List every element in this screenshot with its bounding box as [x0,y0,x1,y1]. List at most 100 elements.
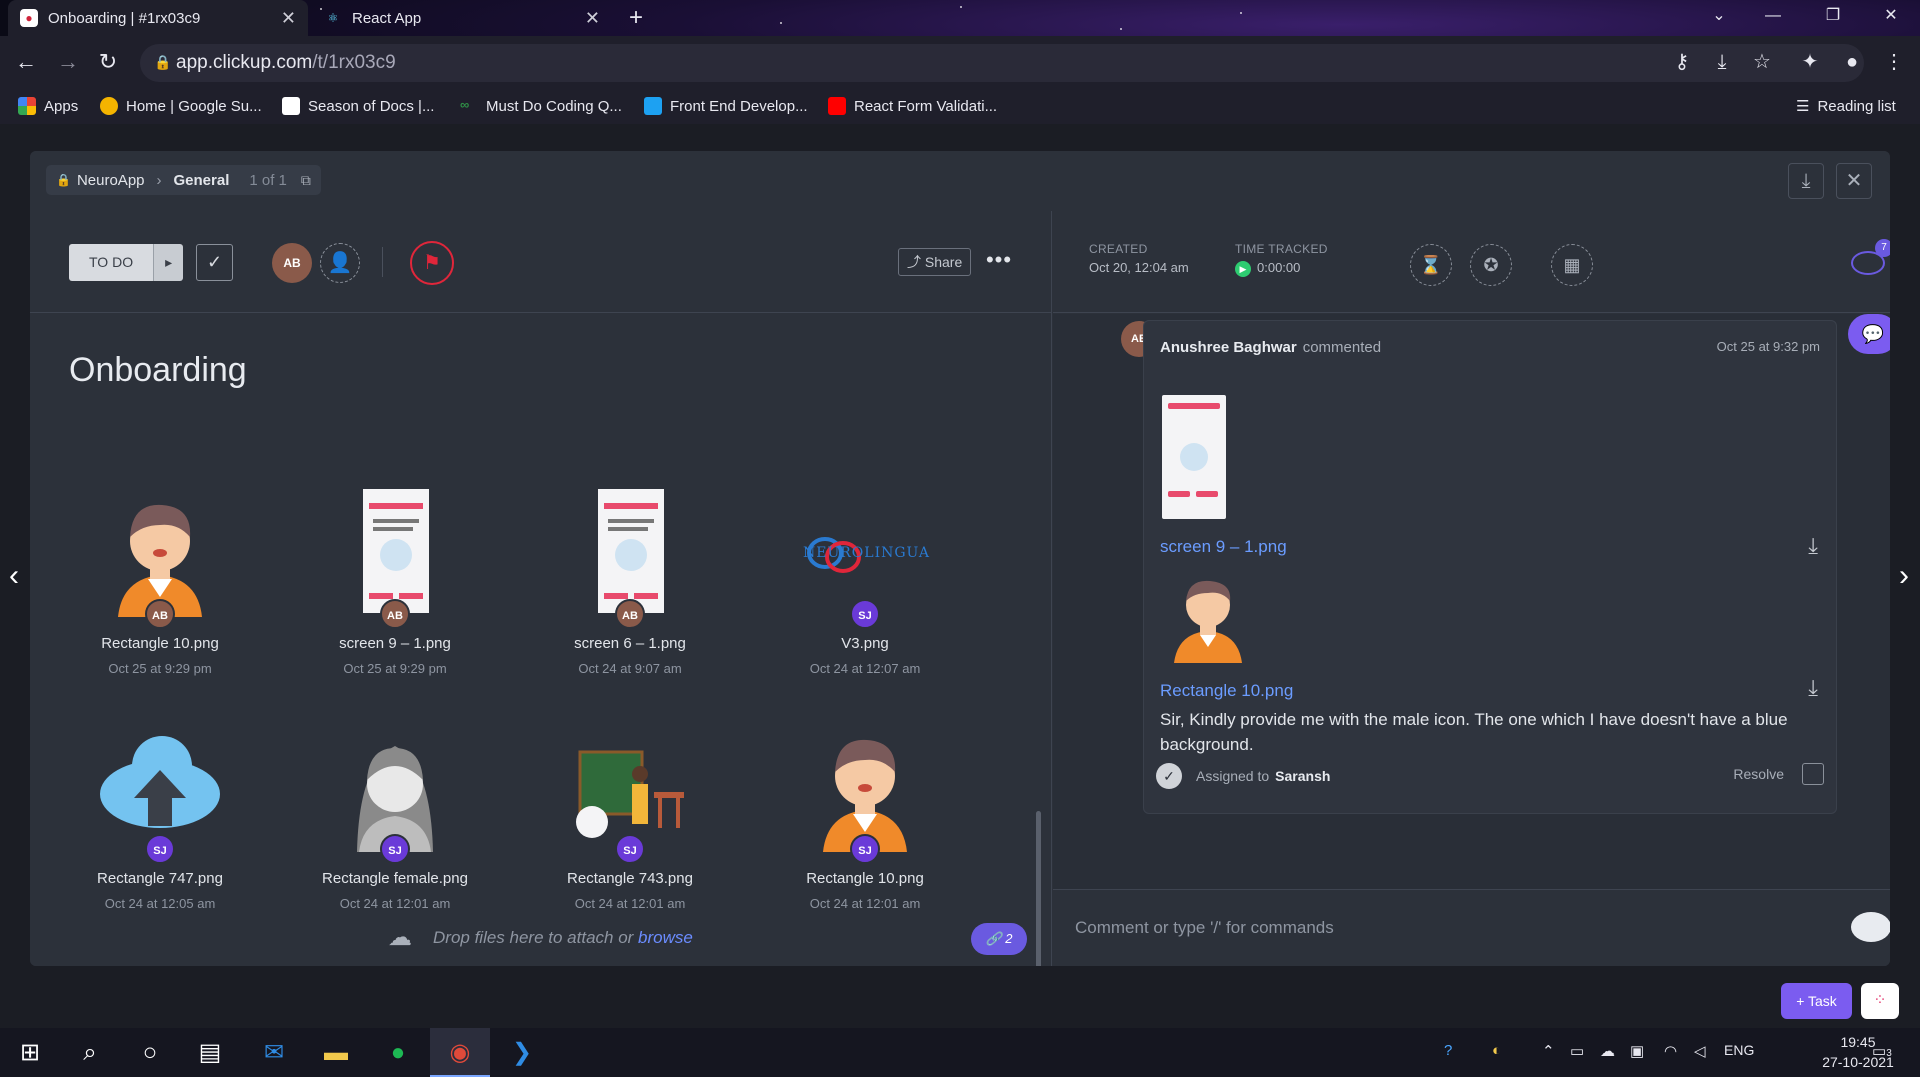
back-icon[interactable]: ← [10,46,42,78]
notifications-icon[interactable]: ▭3 [1872,1042,1892,1060]
comment-file-link[interactable]: screen 9 – 1.png [1160,537,1287,557]
volume-icon[interactable]: ◁ [1694,1042,1706,1060]
night-light-icon[interactable]: ◐ [1492,1042,1501,1059]
add-assignee-icon[interactable]: 👤 [320,243,360,283]
comment-attachment-thumb[interactable] [1170,571,1246,663]
key-icon[interactable]: ⚷ [1668,48,1696,76]
reload-icon[interactable]: ↻ [92,46,124,78]
bookmark-must-do-coding[interactable]: ∞ Must Do Coding Q... [460,95,622,117]
language-indicator[interactable]: ENG [1724,1042,1754,1058]
neurolingua-logo-text: NEUROLINGUA [803,545,931,561]
time-tracked-meta[interactable]: TIME TRACKED ▶ 0:00:00 [1235,242,1328,277]
comment-attachment-thumb[interactable] [1162,395,1226,519]
chrome-icon[interactable]: ◉ [430,1028,490,1077]
extensions-icon[interactable]: ✦ [1796,48,1824,76]
apps-grid-icon [18,97,36,115]
attachment-thumbnail[interactable]: NEUROLINGUA [755,489,975,617]
attachment-thumbnail[interactable] [570,724,690,852]
spotify-icon[interactable]: ● [368,1028,428,1077]
bookmark-home[interactable]: Home | Google Su... [100,95,262,117]
tab-search-icon[interactable]: ⌄ [1696,0,1742,32]
battery-icon[interactable]: ▭ [1570,1042,1584,1060]
sprint-points-icon[interactable]: ✪ [1470,244,1512,286]
show-hidden-icons[interactable]: ⌃ [1542,1042,1555,1060]
mail-icon[interactable]: ✉ [244,1028,304,1077]
download-icon[interactable]: ⤓ [1808,675,1818,701]
vscode-icon[interactable]: ❯ [492,1028,552,1077]
browser-tab-react-app[interactable]: ⚛ React App ✕ [312,0,612,36]
install-icon[interactable]: ⤓ [1708,48,1736,76]
comment-file-link[interactable]: Rectangle 10.png [1160,681,1293,701]
play-icon[interactable]: ▶ [1235,261,1251,277]
forward-icon[interactable]: → [52,46,84,78]
attachment-thumbnail[interactable] [335,724,455,852]
bookmark-star-icon[interactable]: ☆ [1748,48,1776,76]
download-icon[interactable]: ⤓ [1808,533,1818,559]
resolve-checkbox[interactable] [1802,763,1824,785]
breadcrumb-list[interactable]: General [174,172,230,189]
priority-flag-icon[interactable]: ⚑ [410,241,454,285]
due-date-calendar-icon[interactable]: ▦ [1551,244,1593,286]
more-options-icon[interactable]: ••• [984,249,1014,275]
previous-task-icon[interactable]: ‹ [2,560,26,592]
attachment-thumbnail[interactable] [335,489,455,617]
share-button[interactable]: ⤴ Share [898,248,972,276]
chevron-right-icon: › [156,171,162,189]
close-tab-icon[interactable]: ✕ [281,8,296,29]
display-icon[interactable]: ▣ [1630,1042,1644,1060]
next-task-icon[interactable]: › [1892,560,1916,592]
windows-start-icon[interactable]: ⊞ [0,1028,60,1077]
browse-link[interactable]: browse [638,928,693,947]
address-bar[interactable]: 🔒 app.clickup.com/t/1rx03c9 [140,44,1864,82]
close-modal-button[interactable]: ✕ [1836,163,1872,199]
gfg-icon: ∞ [460,97,470,112]
resolve-control[interactable]: Resolve [1733,763,1824,785]
comment-input[interactable] [1075,914,1795,942]
bookmark-season-of-docs[interactable]: Season of Docs |... [282,95,434,117]
menu-icon[interactable]: ⋮ [1880,48,1908,76]
onedrive-icon[interactable]: ☁ [1600,1042,1615,1060]
task-view-icon[interactable]: ▤ [180,1028,240,1077]
attachment-name: Rectangle 743.png [567,870,693,887]
close-window-button[interactable]: ✕ [1868,0,1914,32]
divider [382,247,383,277]
apps-grid-button[interactable]: ⁘ [1861,983,1899,1019]
breadcrumb-space[interactable]: NeuroApp [77,172,145,189]
search-icon[interactable]: ⌕ [60,1028,120,1077]
attachment-thumbnail[interactable] [100,724,220,852]
cortana-icon[interactable]: ○ [120,1028,180,1077]
attachment-dropzone[interactable]: ☁ Drop files here to attach or browse 🔗 … [30,901,1052,966]
complete-task-button[interactable]: ✓ [196,244,233,281]
share-icon: ⤴ [907,254,921,270]
comment-thread-icon[interactable]: 💬 [1848,314,1890,354]
send-comment-icon[interactable] [1851,912,1890,942]
attachment-name: screen 9 – 1.png [339,635,451,652]
copy-link-icon[interactable]: ⧉ [301,172,311,189]
file-explorer-icon[interactable]: ▬ [306,1028,366,1077]
assignee-avatar[interactable]: AB [272,243,312,283]
minimize-button[interactable]: — [1750,0,1796,32]
attachment-thumbnail[interactable] [570,489,690,617]
bookmark-react-form[interactable]: React Form Validati... [828,95,997,117]
reading-list-button[interactable]: ☰ Reading list [1796,95,1896,117]
hourglass-icon[interactable]: ⌛ [1410,244,1452,286]
browser-tab-onboarding[interactable]: ● Onboarding | #1rx03c9 ✕ [8,0,308,36]
profile-icon[interactable]: ● [1838,48,1866,76]
help-icon[interactable]: ? [1444,1042,1452,1059]
next-status-icon[interactable]: ▸ [153,244,184,281]
close-tab-icon[interactable]: ✕ [585,8,600,29]
new-task-button[interactable]: + Task [1781,983,1852,1019]
task-title[interactable]: Onboarding [69,351,247,390]
lock-icon: 🔒 [154,54,172,70]
bookmark-apps[interactable]: Apps [18,95,78,117]
minimize-modal-button[interactable]: ⤓ [1788,163,1824,199]
attachment-thumbnail[interactable] [805,724,925,852]
wifi-icon[interactable]: ◠ [1664,1042,1677,1060]
attachment-name: V3.png [841,635,889,652]
maximize-button[interactable]: ❐ [1810,0,1856,32]
new-tab-button[interactable]: + [622,4,650,32]
attachment-count-badge[interactable]: 🔗 2 [971,923,1027,955]
bookmark-front-end[interactable]: Front End Develop... [644,95,808,117]
attachment-thumbnail[interactable] [100,489,220,617]
status-dropdown[interactable]: TO DO ▸ [69,244,184,281]
